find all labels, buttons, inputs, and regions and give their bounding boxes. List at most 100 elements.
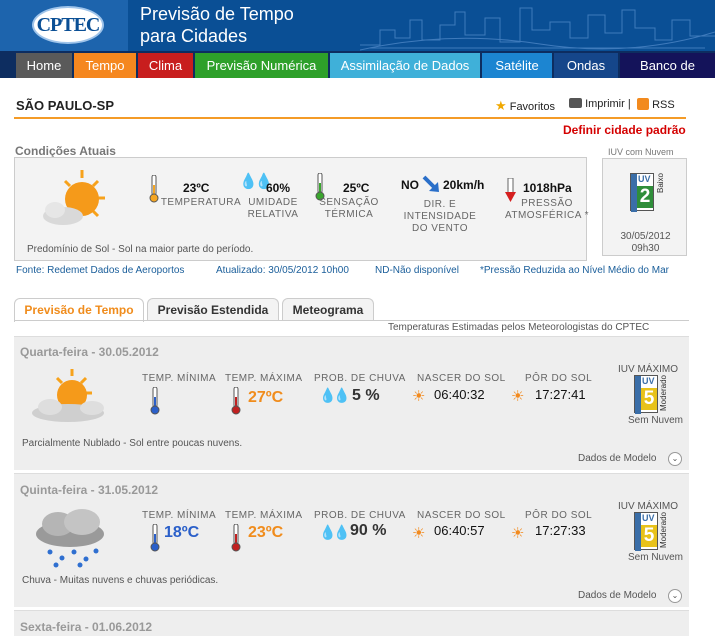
rain-cloud-icon <box>36 509 104 568</box>
rss-link[interactable]: RSS <box>637 98 675 111</box>
main-navigation: Home Tempo Clima Previsão Numérica Assimilaç… <box>0 51 715 98</box>
uv-level: Baixo <box>656 173 665 194</box>
rain-drops-icon: 💧💧 <box>319 387 351 403</box>
tab-meteogram[interactable]: Meteograma <box>282 298 374 320</box>
sunset-value: 17:27:41 <box>535 387 586 402</box>
tab-extended-forecast[interactable]: Previsão Estendida <box>147 298 279 320</box>
pressure-label: PRESSÃO ATMOSFÉRICA * <box>504 198 590 221</box>
nav-tab-0[interactable]: Home <box>16 53 72 78</box>
expand-chevron-icon[interactable]: ⌄ <box>668 589 682 603</box>
expand-chevron-icon[interactable]: ⌄ <box>668 452 682 466</box>
rain-value: 5 % <box>352 387 380 404</box>
rss-label: RSS <box>652 99 675 111</box>
pressure-value: 1018hPa <box>523 181 572 195</box>
thermometer-blue-icon <box>150 387 160 415</box>
uv-cloud-title: IUV com Nuvem <box>608 147 674 157</box>
sunrise-value: 06:40:57 <box>434 523 485 538</box>
thermometer-red-icon <box>231 387 241 415</box>
rain-label: PROB. DE CHUVA <box>314 373 406 384</box>
rain-label: PROB. DE CHUVA <box>314 510 406 521</box>
model-data-link[interactable]: Dados de Modelo <box>578 453 656 464</box>
section-divider <box>14 117 686 119</box>
printer-icon <box>569 98 582 108</box>
tmax-value: 27ºC <box>248 389 284 406</box>
rain-value: 90 % <box>350 522 387 539</box>
star-icon: ★ <box>495 98 507 113</box>
skyline-decoration-icon <box>360 7 715 51</box>
nav-tab-3[interactable]: Previsão Numérica <box>195 53 328 78</box>
current-conditions-title: Condições Atuais <box>15 144 116 158</box>
nav-tab-2[interactable]: Clima <box>138 53 193 78</box>
day-description: Chuva - Muitas nuvens e chuvas periódica… <box>22 575 219 586</box>
feels-like-value: 25ºC <box>343 181 370 195</box>
tmax-value: 23ºC <box>248 524 284 541</box>
feels-like-label: SENSAÇÃO TÉRMICA <box>319 197 379 220</box>
sunrise-icon: ☀ <box>412 525 426 542</box>
print-link[interactable]: Imprimir | <box>569 98 631 110</box>
sunset-icon: ☀ <box>511 388 525 405</box>
sunset-label: PÔR DO SOL <box>525 510 593 521</box>
tab-forecast[interactable]: Previsão de Tempo <box>14 298 144 322</box>
cptec-logo[interactable]: CPTEC <box>32 6 104 44</box>
rss-icon <box>637 98 649 110</box>
sunrise-value: 06:40:32 <box>434 387 485 402</box>
tmin-label: TEMP. MÍNIMA <box>142 373 217 384</box>
sunset-label: PÔR DO SOL <box>525 373 593 384</box>
nav-tab-7[interactable]: Banco de Dados <box>620 53 715 98</box>
uv-cloud-label: Sem Nuvem <box>628 552 684 563</box>
uv-level: Moderado <box>659 512 668 549</box>
sunset-icon: ☀ <box>511 525 525 542</box>
tabs-baseline <box>14 320 689 321</box>
humidity-value: 60% <box>266 181 291 195</box>
nav-tab-6[interactable]: Ondas <box>554 53 618 78</box>
thermometer-icon <box>149 175 159 203</box>
favorites-link[interactable]: ★ Favoritos <box>495 98 555 114</box>
sunrise-label: NASCER DO SOL <box>417 373 506 384</box>
source-note: Fonte: Redemet Dados de Aeroportos <box>16 265 185 276</box>
day-title: Sexta-feira - 01.06.2012 <box>20 620 153 634</box>
city-name: SÃO PAULO-SP <box>16 98 114 113</box>
uv-date: 30/05/2012 <box>620 231 671 242</box>
thermometer-red-icon <box>231 524 241 552</box>
nav-tab-5[interactable]: Satélite <box>482 53 552 78</box>
forecast-day-2: Quinta-feira - 31.05.2012 TEMP. MÍNIMA 1… <box>14 473 689 607</box>
uv-index-badge-icon: UV 2 <box>630 173 654 212</box>
updated-note: Atualizado: 30/05/2012 10h00 <box>216 265 349 276</box>
nd-note: ND-Não disponível <box>375 265 459 276</box>
sunrise-icon: ☀ <box>412 388 426 405</box>
pressure-note: *Pressão Reduzida ao Nível Médio do Mar <box>480 265 669 276</box>
current-conditions-panel: 23ºC TEMPERATURA 💧💧 60% UMIDADE RELATIVA … <box>14 157 589 261</box>
rain-drops-icon: 💧💧 <box>319 524 351 540</box>
sun-cloud-icon <box>43 170 105 225</box>
uv-level: Moderado <box>659 375 668 412</box>
nav-tab-4[interactable]: Assimilação de Dados <box>330 53 480 78</box>
site-title: Previsão de Tempo para Cidades <box>140 3 294 47</box>
temperature-label: TEMPERATURA <box>160 197 242 208</box>
wind-label: DIR. E INTENSIDADE DO VENTO <box>403 199 477 234</box>
site-header: CPTEC Previsão de Tempo para Cidades <box>0 0 715 51</box>
day-title: Quarta-feira - 30.05.2012 <box>20 345 159 359</box>
day-description: Parcialmente Nublado - Sol entre poucas … <box>22 438 243 449</box>
model-data-link[interactable]: Dados de Modelo <box>578 590 656 601</box>
uv-max-label: IUV MÁXIMO <box>618 364 679 375</box>
forecast-note: Temperaturas Estimadas pelos Meteorologi… <box>388 322 650 333</box>
site-title-line2: para Cidades <box>140 26 248 46</box>
favorites-label: Favoritos <box>509 101 555 113</box>
uv-time: 09h30 <box>631 243 660 254</box>
thermometer-blue-icon <box>150 524 160 552</box>
uv-index-badge-icon: UV 5 <box>634 375 658 414</box>
day-title: Quinta-feira - 31.05.2012 <box>20 483 159 497</box>
wind-speed-value: 20km/h <box>443 178 485 192</box>
tmax-label: TEMP. MÁXIMA <box>225 510 303 521</box>
nav-tab-1[interactable]: Tempo <box>74 53 136 78</box>
current-uv-panel: UV 2 Baixo 30/05/2012 09h30 <box>602 158 687 256</box>
tmax-label: TEMP. MÁXIMA <box>225 373 303 384</box>
set-default-city-link[interactable]: Definir cidade padrão <box>563 123 686 137</box>
sunrise-label: NASCER DO SOL <box>417 510 506 521</box>
forecast-day-3: Sexta-feira - 01.06.2012 <box>14 610 689 636</box>
logo-area: CPTEC <box>0 0 128 51</box>
uv-max-label: IUV MÁXIMO <box>618 501 679 512</box>
forecast-day-1: Quarta-feira - 30.05.2012 TEMP. MÍNIMA T… <box>14 336 689 470</box>
sun-cloud-icon <box>32 369 104 422</box>
tmin-label: TEMP. MÍNIMA <box>142 510 217 521</box>
